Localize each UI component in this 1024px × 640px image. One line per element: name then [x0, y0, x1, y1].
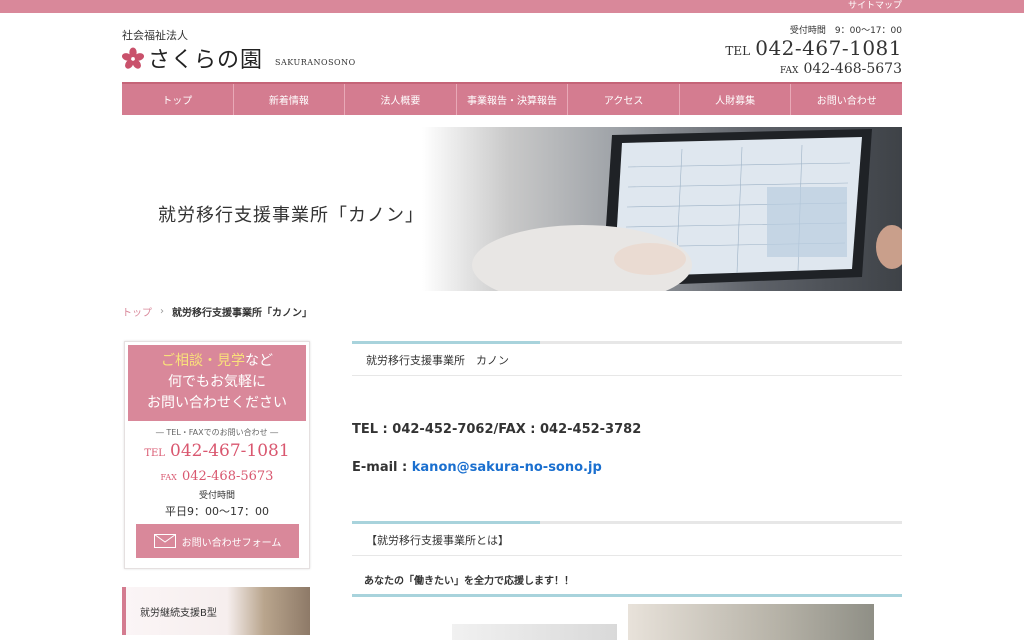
reception-hours: 受付時間 9：00〜17：00	[789, 26, 902, 36]
sidebar-banner-label: 就労継続支援B型	[140, 607, 217, 619]
top-bar: サイトマップ	[0, 0, 1024, 13]
contact-form-button[interactable]: お問い合わせフォーム	[136, 524, 299, 558]
nav-item-access[interactable]: アクセス	[568, 84, 680, 115]
breadcrumb-separator: ›	[160, 306, 164, 317]
header-fax: FAX 042-468-5673	[780, 58, 902, 77]
sidebar-fax-label: FAX	[160, 473, 177, 482]
hero-title: 就労移行支援事業所「カノン」	[158, 205, 424, 226]
nav-item-news[interactable]: 新着情報	[234, 84, 346, 115]
sidebar-fax: FAX 042-468-5673	[125, 465, 309, 484]
breadcrumb-home-link[interactable]: トップ	[122, 304, 152, 319]
section-heading-office: 就労移行支援事業所 カノン	[352, 341, 902, 376]
contact-form-label: お問い合わせフォーム	[181, 537, 282, 549]
sidebar-tel: TEL 042-467-1081	[125, 441, 309, 461]
sidebar-banner-type-b[interactable]: 就労継続支援B型	[122, 587, 310, 635]
nav-item-about[interactable]: 法人概要	[345, 84, 457, 115]
contact-line3: お問い合わせください	[147, 395, 287, 411]
office-tel-fax: TEL : 042-452-7062/FAX : 042-452-3782	[352, 422, 642, 437]
section-heading-about-text: 【就労移行支援事業所とは】	[366, 533, 509, 547]
header-tel: TEL 042-467-1081	[725, 36, 902, 60]
sidebar-tel-label: TEL	[144, 448, 165, 459]
section-heading-about: 【就労移行支援事業所とは】	[352, 521, 902, 556]
org-roman-name: SAKURANOSONO	[275, 57, 356, 67]
contact-subheading: ― TEL・FAXでのお問い合わせ ―	[155, 428, 279, 437]
hero-banner: 就労移行支援事業所「カノン」	[122, 127, 902, 291]
breadcrumb-current: 就労移行支援事業所「カノン」	[172, 308, 312, 319]
breadcrumb: トップ › 就労移行支援事業所「カノン」	[122, 304, 312, 319]
tel-label: TEL	[725, 44, 751, 58]
email-link[interactable]: kanon@sakura-no-sono.jp	[412, 460, 602, 475]
sitemap-link[interactable]: サイトマップ	[848, 0, 902, 13]
nav-item-reports[interactable]: 事業報告・決算報告	[457, 84, 569, 115]
fax-label: FAX	[779, 66, 799, 76]
site-logo[interactable]: さくらの園 SAKURANOSONO	[122, 44, 356, 73]
contact-line1-rest: など	[245, 353, 273, 369]
corp-type-label: 社会福祉法人	[122, 29, 188, 42]
sidebar-contact-box: ご相談・見学など 何でもお気軽に お問い合わせください ― TEL・FAXでのお…	[124, 341, 310, 569]
sakura-flower-icon	[122, 47, 144, 69]
catch-copy-text: あなたの「働きたい」を全力で応援します！！	[364, 576, 574, 587]
org-name: さくらの園	[148, 48, 264, 73]
content-photo-1	[452, 624, 617, 640]
office-email: E-mail : kanon@sakura-no-sono.jp	[352, 460, 602, 475]
sidebar-fax-number: 042-468-5673	[181, 469, 274, 484]
envelope-icon	[153, 534, 176, 548]
email-label: E-mail :	[352, 460, 412, 475]
fax-number: 042-468-5673	[803, 61, 902, 77]
contact-prompt: ご相談・見学など 何でもお気軽に お問い合わせください	[128, 345, 306, 421]
global-nav: トップ 新着情報 法人概要 事業報告・決算報告 アクセス 人財募集 お問い合わせ	[122, 82, 902, 115]
laptop-illustration	[472, 129, 902, 291]
tel-number: 042-467-1081	[755, 36, 902, 60]
contact-highlight: ご相談・見学	[161, 353, 245, 369]
nav-item-recruit[interactable]: 人財募集	[680, 84, 792, 115]
section-heading-office-text: 就労移行支援事業所 カノン	[366, 353, 509, 367]
nav-item-top[interactable]: トップ	[122, 84, 234, 115]
content-photo-2	[628, 604, 874, 640]
sidebar-hours-label: 受付時間	[198, 491, 235, 501]
hero-laptop-photo	[422, 127, 902, 291]
nav-item-contact[interactable]: お問い合わせ	[791, 84, 902, 115]
sidebar-tel-number: 042-467-1081	[170, 441, 290, 461]
contact-line2: 何でもお気軽に	[168, 374, 266, 390]
sidebar-hours: 平日9：00〜17：00	[165, 505, 269, 518]
catch-copy: あなたの「働きたい」を全力で応援します！！	[352, 565, 902, 597]
